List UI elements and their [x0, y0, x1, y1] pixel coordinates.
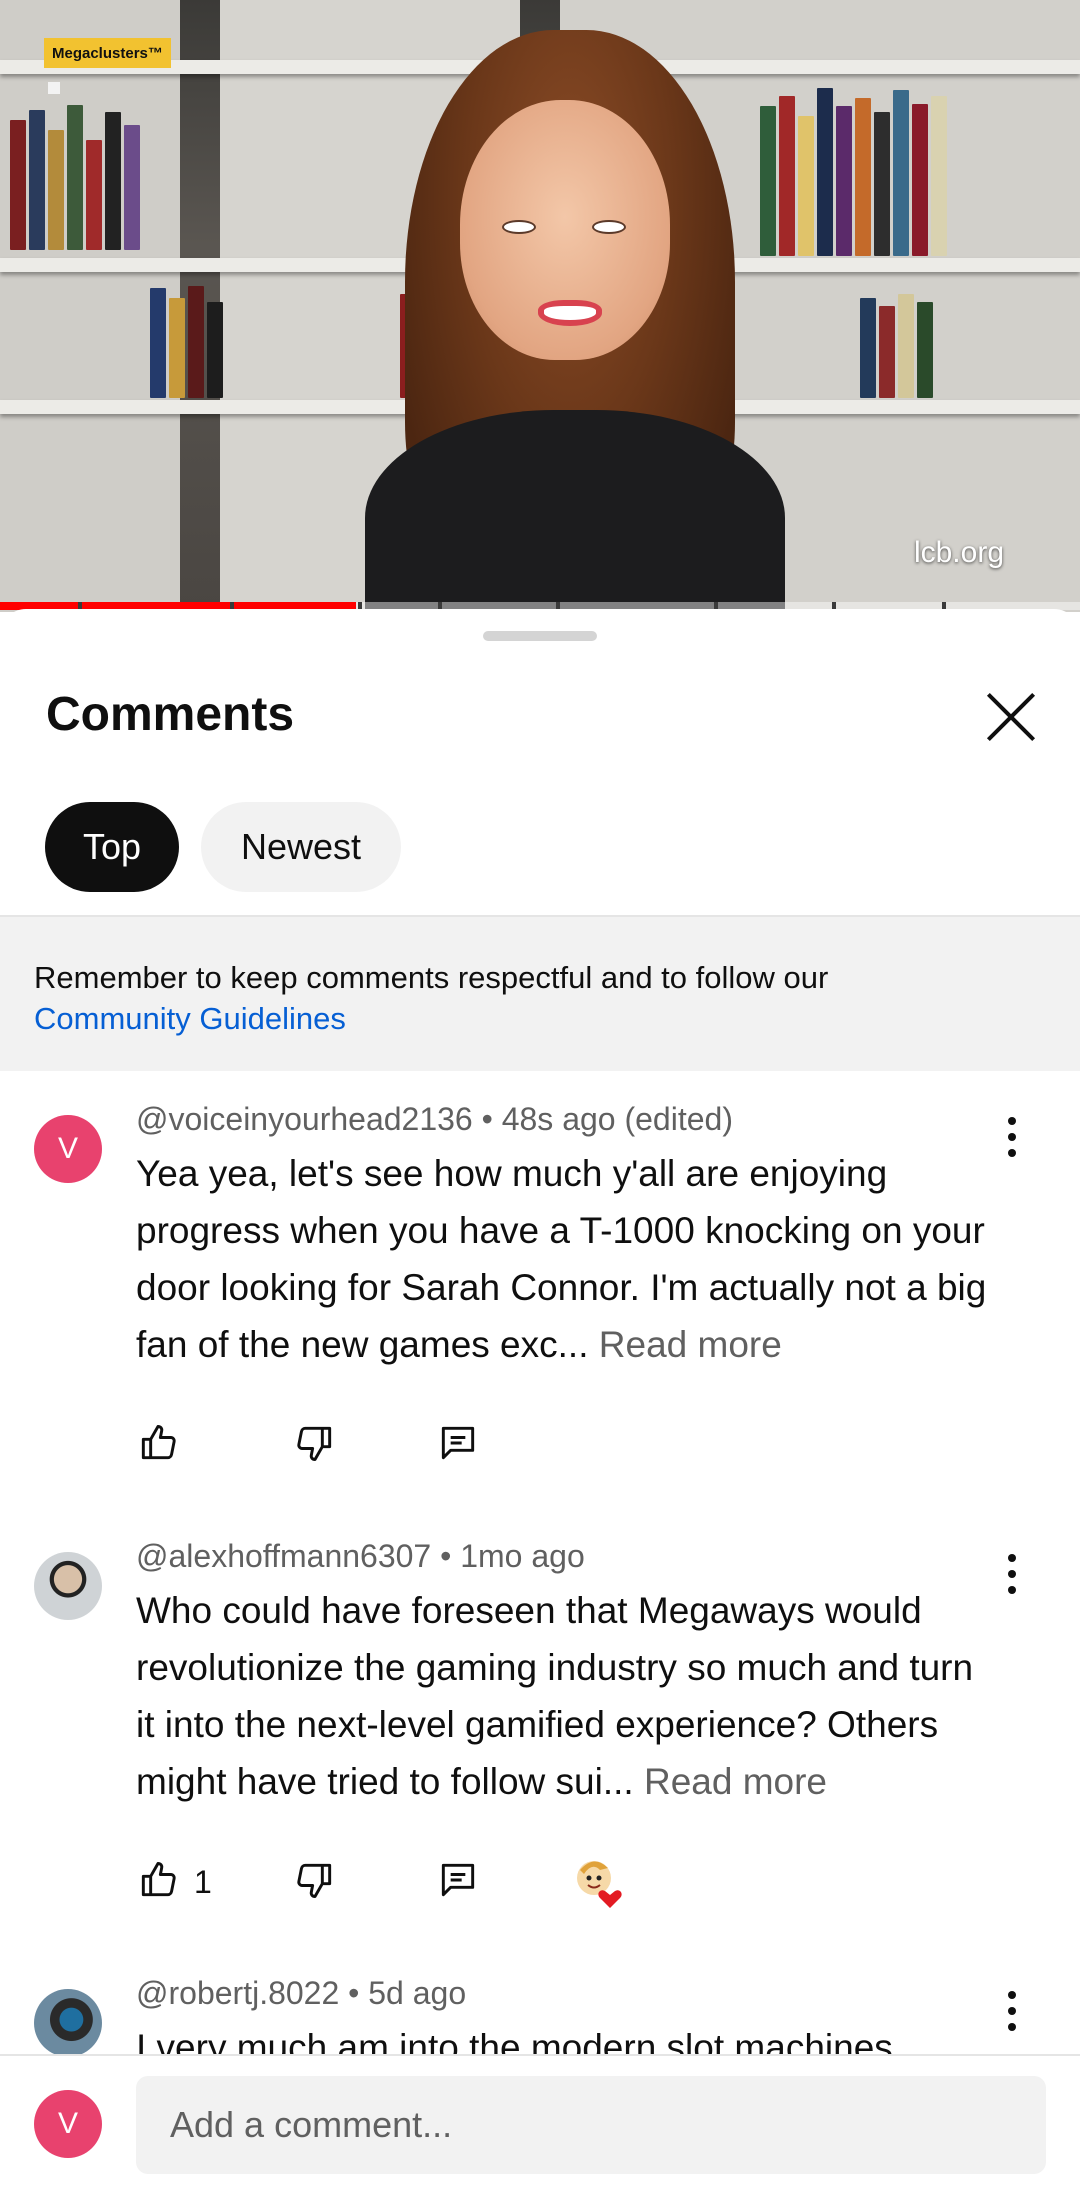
video-brand-badge: Megaclusters™: [44, 38, 171, 68]
more-options-icon[interactable]: [992, 1985, 1032, 2041]
filter-chip-top[interactable]: Top: [45, 802, 179, 892]
more-options-icon[interactable]: [992, 1111, 1032, 1167]
comment-text: Yea yea, let's see how much y'all are en…: [136, 1145, 996, 1373]
thumbs-up-icon[interactable]: [136, 1858, 188, 1910]
thumbs-up-icon[interactable]: [136, 1421, 188, 1473]
community-notice: Remember to keep comments respectful and…: [0, 915, 1080, 1071]
sheet-title: Comments: [46, 688, 295, 741]
comment-meta: @alexhoffmann6307 • 1mo ago: [136, 1538, 585, 1574]
more-options-icon[interactable]: [992, 1548, 1032, 1604]
badge-dot: [48, 82, 60, 94]
like-count: 1: [194, 1864, 212, 1900]
comment-actions: 1: [136, 1858, 1036, 1910]
reply-icon[interactable]: [436, 1421, 488, 1473]
comment-meta: @voiceinyourhead2136 • 48s ago (edited): [136, 1101, 733, 1137]
comment-body: Yea yea, let's see how much y'all are en…: [136, 1153, 987, 1365]
creator-heart-icon: [570, 1852, 630, 1912]
comment-text: Who could have foreseen that Megaways wo…: [136, 1582, 996, 1810]
avatar[interactable]: [34, 1552, 102, 1620]
avatar[interactable]: V: [34, 1115, 102, 1183]
presenter: [365, 30, 905, 612]
community-guidelines-link[interactable]: Community Guidelines: [34, 998, 1046, 1039]
add-comment-input[interactable]: [136, 2076, 1046, 2174]
thumbs-down-icon[interactable]: [293, 1858, 345, 1910]
comment-meta: @robertj.8022 • 5d ago: [136, 1975, 467, 2011]
drag-handle[interactable]: [483, 631, 597, 641]
read-more-link[interactable]: Read more: [644, 1761, 827, 1802]
avatar[interactable]: [34, 1989, 102, 2057]
read-more-link[interactable]: Read more: [599, 1324, 782, 1365]
video-watermark: lcb.org: [913, 536, 1004, 569]
comment-composer: V: [0, 2054, 1080, 2191]
user-avatar[interactable]: V: [34, 2090, 102, 2158]
close-icon[interactable]: [978, 683, 1046, 751]
comments-sheet: Comments Top Newest Remember to keep com…: [0, 609, 1080, 2191]
thumbs-down-icon[interactable]: [293, 1421, 345, 1473]
filter-chip-newest[interactable]: Newest: [201, 802, 401, 892]
comment-body: Who could have foreseen that Megaways wo…: [136, 1590, 974, 1802]
notice-text: Remember to keep comments respectful and…: [34, 960, 829, 995]
video-player[interactable]: Megaclusters™ lcb.org: [0, 0, 1080, 612]
reply-icon[interactable]: [436, 1858, 488, 1910]
